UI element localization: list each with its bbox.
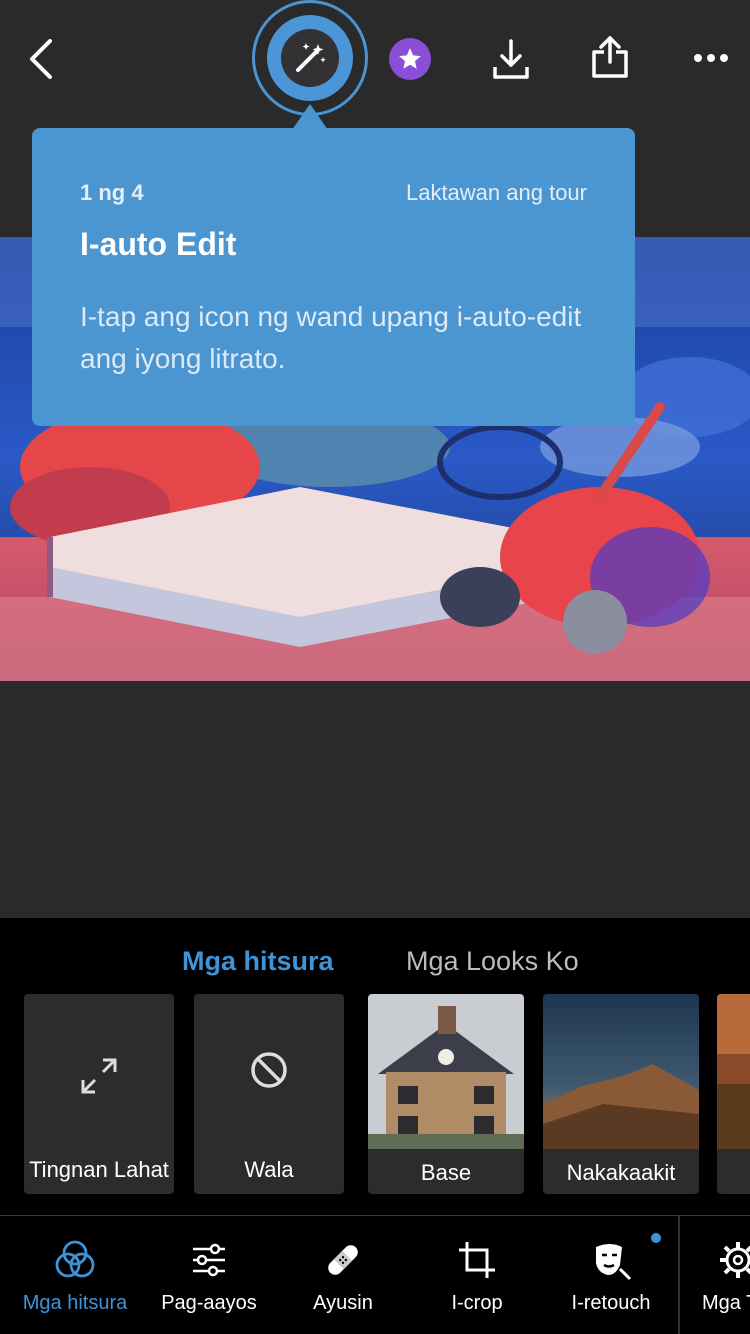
none-circle-icon	[249, 1050, 289, 1090]
look-card-partial[interactable]	[717, 994, 750, 1194]
retouch-face-icon	[589, 1238, 633, 1282]
gear-icon	[716, 1238, 750, 1282]
house-photo	[368, 994, 524, 1149]
bandage-icon	[321, 1238, 365, 1282]
tool-adjust[interactable]: Pag-aayos	[142, 1216, 276, 1334]
look-card-base[interactable]: Base	[368, 994, 524, 1194]
look-card-label: Tingnan Lahat	[29, 1157, 169, 1182]
auto-wand-icon	[281, 29, 339, 87]
look-card-nakakaakit[interactable]: Nakakaakit	[543, 994, 699, 1194]
tool-retouch[interactable]: I-retouch	[544, 1216, 678, 1334]
mountain-photo	[543, 994, 699, 1149]
looks-panel: Mga hitsura Mga Looks Ko Tingnan Lahat W…	[0, 918, 750, 1216]
tab-looks[interactable]: Mga hitsura	[182, 946, 334, 977]
landscape-photo	[717, 994, 750, 1149]
tooltip-body: I-tap ang icon ng wand upang i-auto-edit…	[80, 301, 582, 374]
download-icon[interactable]	[488, 34, 534, 84]
tooltip-arrow	[292, 104, 328, 130]
tour-tooltip: 1 ng 4 Laktawan ang tour I-auto Edit I-t…	[32, 128, 635, 426]
presets-circles-icon	[53, 1238, 97, 1282]
back-chevron-icon[interactable]	[18, 34, 64, 84]
tour-step-counter: 1 ng 4	[80, 180, 144, 205]
new-feature-badge	[651, 1233, 661, 1243]
share-icon[interactable]	[587, 32, 633, 82]
bottom-toolbar: Mga hitsura Pag-aayos Ayusin I-crop I-re…	[0, 1216, 750, 1334]
look-card-label: Nakakaakit	[566, 1160, 676, 1185]
look-card-label: Base	[420, 1160, 472, 1185]
tooltip-title: I-auto Edit	[80, 226, 237, 262]
more-icon[interactable]	[688, 40, 734, 76]
tool-label: Mga T	[702, 1292, 750, 1314]
crop-icon	[455, 1238, 499, 1282]
skip-tour-link[interactable]: Laktawan ang tour	[406, 180, 587, 206]
look-card-label: Wala	[244, 1157, 294, 1182]
expand-arrows-icon	[79, 1056, 119, 1096]
auto-wand-highlight	[267, 15, 353, 101]
premium-star-icon[interactable]	[389, 38, 431, 80]
look-card-view-all[interactable]: Tingnan Lahat	[24, 994, 174, 1194]
tab-my-looks[interactable]: Mga Looks Ko	[406, 946, 579, 977]
tool-label: I-retouch	[571, 1292, 651, 1314]
tool-label: Mga hitsura	[22, 1292, 128, 1314]
sliders-icon	[187, 1238, 231, 1282]
top-toolbar	[0, 0, 750, 120]
tool-crop[interactable]: I-crop	[410, 1216, 544, 1334]
auto-wand-button[interactable]	[252, 0, 368, 116]
look-card-none[interactable]: Wala	[194, 994, 344, 1194]
tool-label: Pag-aayos	[161, 1292, 257, 1314]
tool-heal[interactable]: Ayusin	[276, 1216, 410, 1334]
tool-presets-partial[interactable]: Mga T	[678, 1216, 750, 1334]
tool-label: I-crop	[451, 1292, 503, 1314]
tool-looks[interactable]: Mga hitsura	[8, 1216, 142, 1334]
tool-label: Ayusin	[313, 1292, 373, 1314]
